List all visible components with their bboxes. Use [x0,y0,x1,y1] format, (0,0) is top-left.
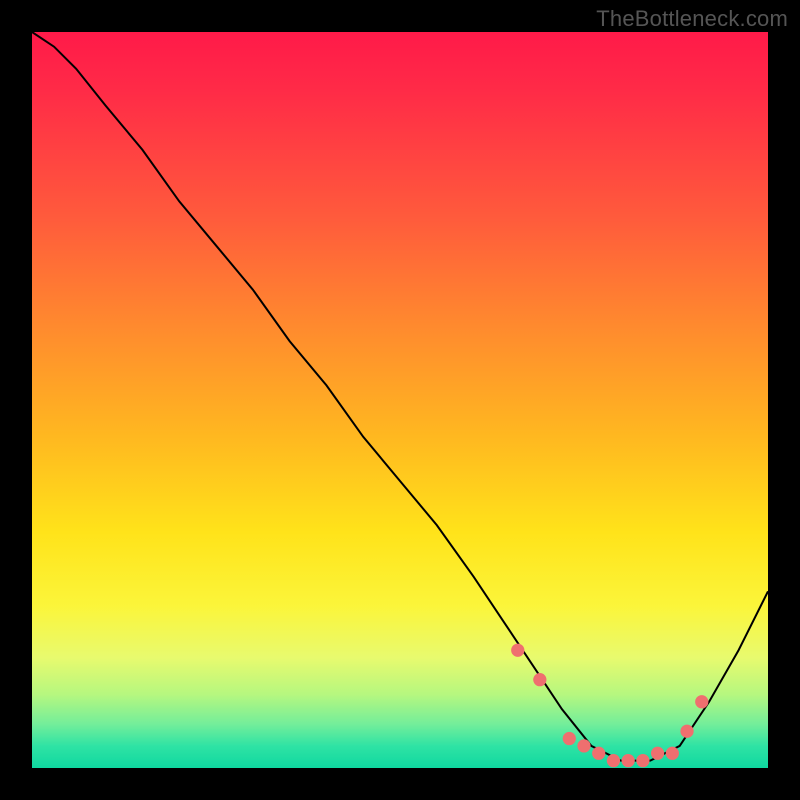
marker-dot [592,747,605,760]
plot-area [32,32,768,768]
marker-dot [636,754,649,767]
marker-dot [511,644,524,657]
marker-dot [680,725,693,738]
curve-svg [32,32,768,768]
marker-dot [651,747,664,760]
marker-dot [563,732,576,745]
marker-group [511,644,708,768]
marker-dot [607,754,620,767]
marker-dot [622,754,635,767]
marker-dot [577,739,590,752]
watermark-text: TheBottleneck.com [596,6,788,32]
marker-dot [666,747,679,760]
marker-dot [695,695,708,708]
marker-dot [533,673,546,686]
bottleneck-curve-path [32,32,768,761]
chart-frame: TheBottleneck.com [0,0,800,800]
